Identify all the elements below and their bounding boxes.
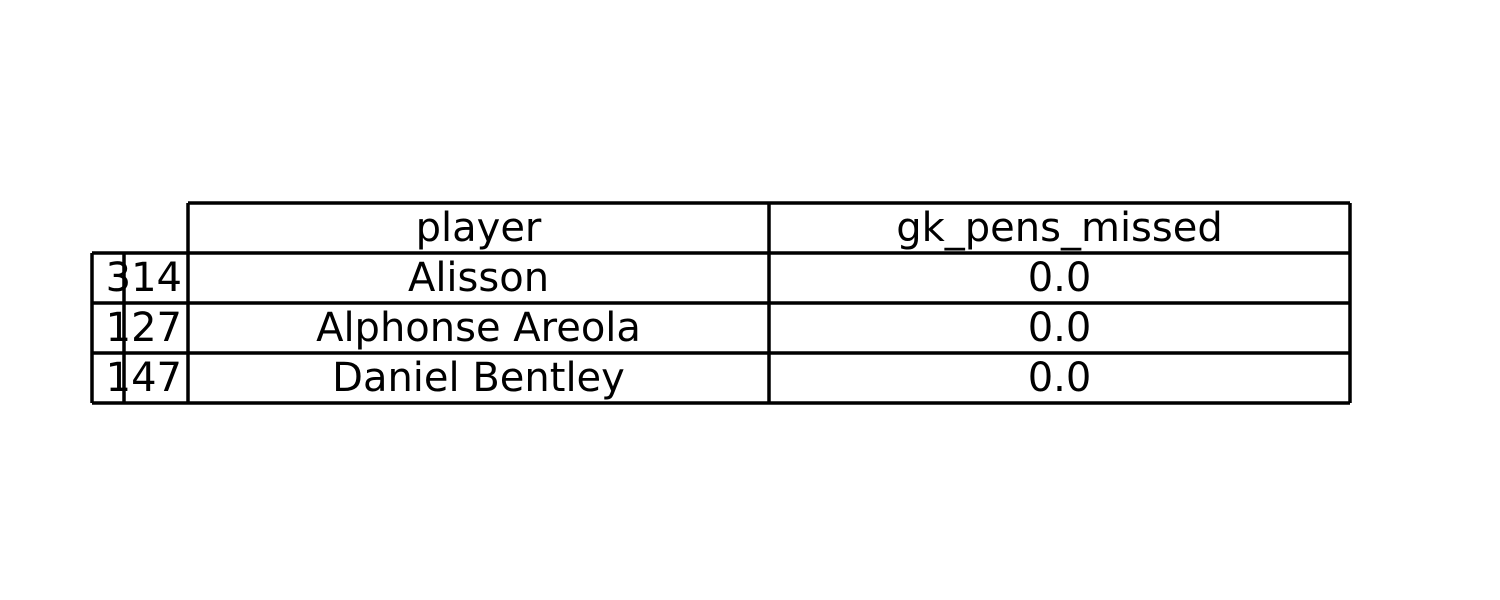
cell-player: Daniel Bentley xyxy=(332,355,625,401)
row-index-label: 127 xyxy=(106,305,182,351)
data-table: player gk_pens_missed 314 Alisson 0.0 127 Alph… xyxy=(90,201,1352,405)
column-header-player: player xyxy=(416,205,542,251)
cell-gk_pens_missed: 0.0 xyxy=(1028,355,1092,401)
row-index-label: 147 xyxy=(106,355,182,401)
cell-gk_pens_missed: 0.0 xyxy=(1028,305,1092,351)
row-index-label: 314 xyxy=(106,255,182,301)
cell-player: Alphonse Areola xyxy=(316,305,641,351)
column-header-gk_pens_missed: gk_pens_missed xyxy=(896,205,1223,251)
cell-player: Alisson xyxy=(408,255,549,301)
cell-gk_pens_missed: 0.0 xyxy=(1028,255,1092,301)
